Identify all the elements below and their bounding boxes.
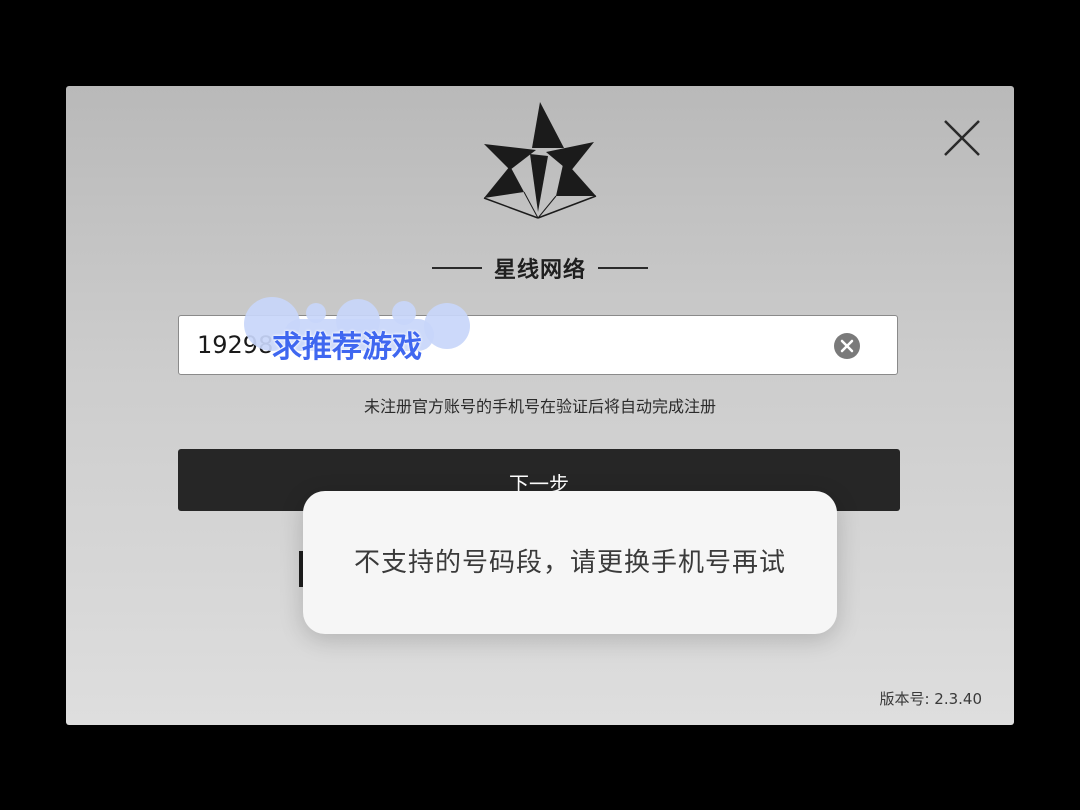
version-label: 版本号: 2.3.40	[879, 690, 982, 708]
brand-name: 星线网络	[493, 258, 586, 283]
close-icon[interactable]	[940, 116, 984, 160]
divider	[598, 267, 648, 269]
clear-circle-icon[interactable]	[833, 332, 861, 360]
overlay-caption: 求推荐游戏	[272, 330, 422, 365]
brand-title-row: 星线网络	[66, 251, 1014, 285]
star-logo-icon	[483, 102, 597, 219]
register-hint: 未注册官方账号的手机号在验证后将自动完成注册	[363, 397, 716, 416]
divider	[431, 267, 482, 269]
toast-message: 不支持的号码段，请更换手机号再试	[353, 547, 786, 578]
error-toast: 不支持的号码段，请更换手机号再试	[303, 491, 837, 634]
